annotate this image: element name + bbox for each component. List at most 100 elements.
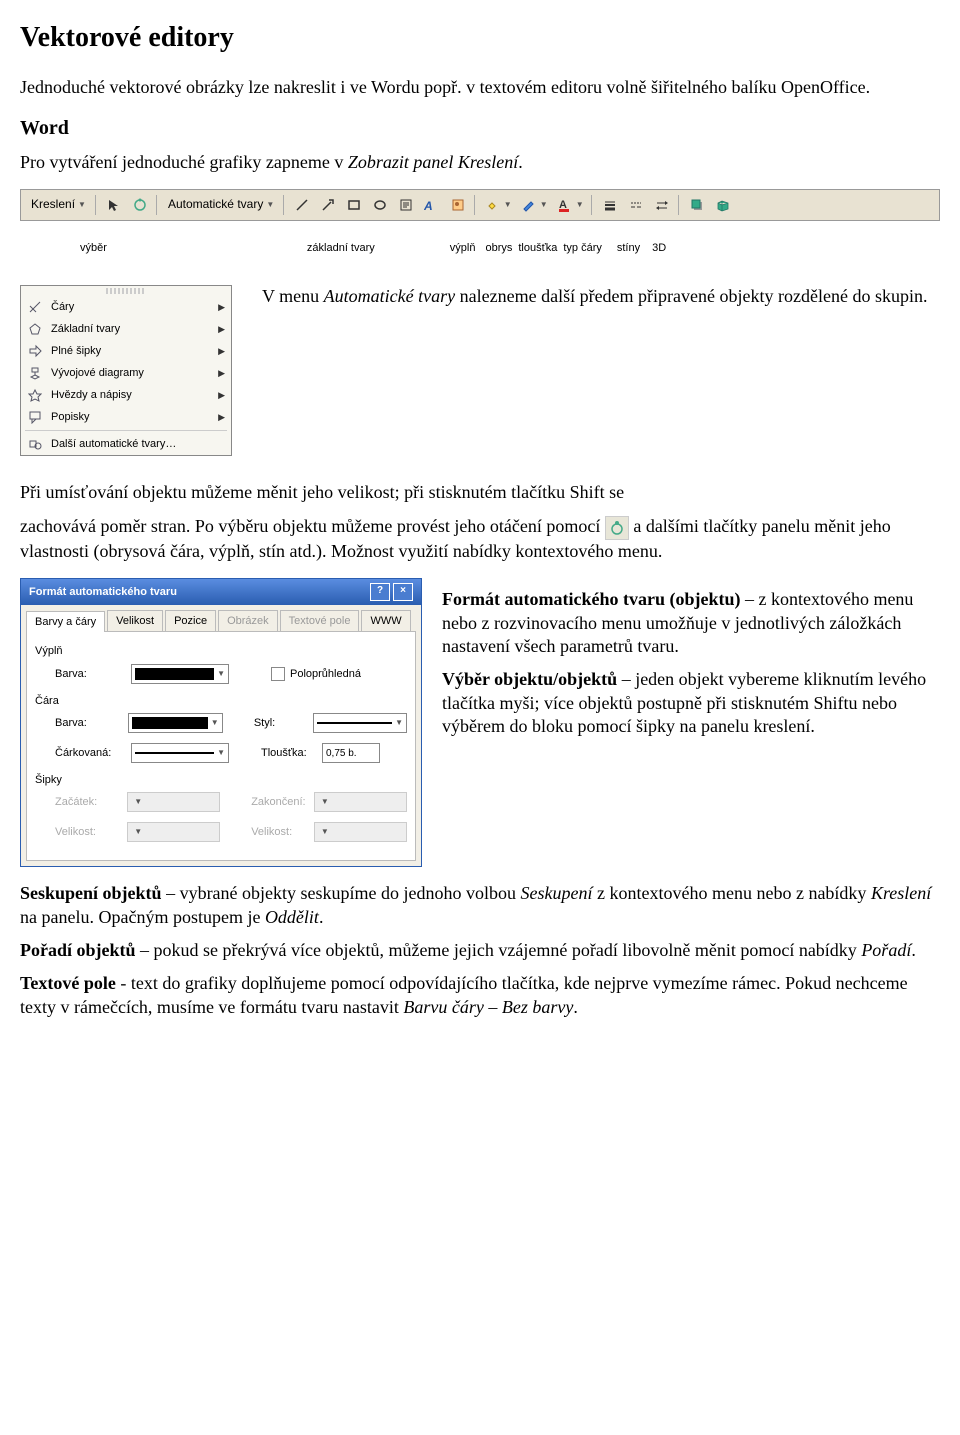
fill-color-combo[interactable]: ▼ [131, 664, 229, 684]
tab-barvy-cary[interactable]: Barvy a čáry [26, 611, 105, 632]
chevron-right-icon: ▶ [218, 302, 225, 314]
autoshapes-menu-button[interactable]: Automatické tvary ▼ [163, 194, 279, 216]
menu-grip[interactable] [106, 288, 146, 294]
separator [474, 195, 477, 215]
positioning-text-1: Při umísťování objektu můžeme měnit jeho… [20, 481, 940, 504]
arrow-style-button[interactable] [650, 193, 674, 217]
dash-style-button[interactable] [624, 193, 648, 217]
clipart-button[interactable] [446, 193, 470, 217]
dialog-titlebar[interactable]: Formát automatického tvaru ? × [21, 579, 421, 605]
label-zakladni: základní tvary [307, 241, 375, 255]
arrow-button[interactable] [316, 193, 340, 217]
page-title: Vektorové editory [20, 20, 940, 56]
checkbox-polopruhledna[interactable]: Poloprůhledná [271, 667, 361, 681]
shadow-button[interactable] [685, 193, 709, 217]
block-arrows-icon [27, 343, 43, 359]
svg-text:A: A [424, 199, 433, 212]
line-button[interactable] [290, 193, 314, 217]
select-arrow-button[interactable] [102, 193, 126, 217]
chevron-down-icon: ▼ [78, 200, 86, 210]
selection-paragraph: Výběr objektu/objektů – jeden objekt vyb… [442, 668, 940, 738]
label-zakonceni: Zakončení: [251, 795, 308, 809]
menu-item-diagramy[interactable]: Vývojové diagramy ▶ [21, 362, 231, 384]
dialog-body: Výplň Barva: ▼ Poloprůhledná Čára Barva:… [26, 631, 416, 861]
rectangle-button[interactable] [342, 193, 366, 217]
line-style-combo[interactable]: ▼ [313, 713, 407, 733]
more-shapes-icon [27, 436, 43, 452]
separator [95, 195, 98, 215]
arrow-begin-combo: ▼ [127, 792, 220, 812]
textbox-button[interactable] [394, 193, 418, 217]
label-barva-line: Barva: [55, 716, 122, 730]
line-weight-button[interactable] [598, 193, 622, 217]
separator [678, 195, 681, 215]
textbox-paragraph: Textové pole - text do grafiky doplňujem… [20, 972, 940, 1019]
autoshapes-menu: Čáry ▶ Základní tvary ▶ Plné šipky ▶ Výv… [20, 285, 232, 456]
separator [156, 195, 159, 215]
section-vypln: Výplň [35, 644, 407, 658]
arrow-begin-size-combo: ▼ [127, 822, 220, 842]
arrow-end-combo: ▼ [314, 792, 407, 812]
separator [591, 195, 594, 215]
wordart-button[interactable]: A [420, 193, 444, 217]
dialog-tabs: Barvy a čáry Velikost Pozice Obrázek Tex… [21, 605, 421, 631]
chevron-down-icon: ▼ [576, 200, 584, 210]
lines-icon [27, 299, 43, 315]
label-styl: Styl: [254, 716, 307, 730]
tab-velikost[interactable]: Velikost [107, 610, 163, 631]
label-tloustka: Tloušťka: [261, 746, 316, 760]
format-paragraph: Formát automatického tvaru (objektu) – z… [442, 588, 940, 658]
oval-button[interactable] [368, 193, 392, 217]
menu-item-more[interactable]: Další automatické tvary… [21, 433, 231, 455]
label-vypln: výplň [450, 241, 476, 255]
label-velikost-begin: Velikost: [55, 825, 121, 839]
autoshapes-text: V menu Automatické tvary nalezneme další… [262, 285, 927, 308]
chevron-right-icon: ▶ [218, 324, 225, 336]
dash-combo[interactable]: ▼ [131, 743, 229, 763]
chevron-right-icon: ▶ [218, 368, 225, 380]
line-color-combo[interactable]: ▼ [128, 713, 222, 733]
tab-www[interactable]: WWW [361, 610, 410, 631]
callouts-icon [27, 409, 43, 425]
tab-pozice[interactable]: Pozice [165, 610, 216, 631]
menu-item-hvezdy[interactable]: Hvězdy a nápisy ▶ [21, 384, 231, 406]
fill-color-button[interactable]: ▼ [481, 193, 515, 217]
menu-divider [25, 430, 227, 431]
rotate-icon [605, 516, 629, 540]
label-obrys: obrys [485, 241, 512, 255]
section-sipky: Šipky [35, 773, 407, 787]
weight-spinner[interactable]: 0,75 b. [322, 743, 380, 763]
menu-item-sipky[interactable]: Plné šipky ▶ [21, 340, 231, 362]
draw-menu-button[interactable]: Kreslení ▼ [26, 194, 91, 216]
section-cara: Čára [35, 694, 407, 708]
chevron-down-icon: ▼ [266, 200, 274, 210]
label-tloustka: tloušťka [518, 241, 557, 255]
separator [283, 195, 286, 215]
rotate-button[interactable] [128, 193, 152, 217]
toolbar-label-row: výběr základní tvary výplň obrys tloušťk… [20, 226, 940, 260]
label-stiny: stíny [617, 241, 640, 255]
3d-button[interactable] [711, 193, 735, 217]
word-heading: Word [20, 115, 940, 141]
line-color-button[interactable]: ▼ [517, 193, 551, 217]
menu-item-popisky[interactable]: Popisky ▶ [21, 406, 231, 428]
label-typcary: typ čáry [563, 241, 602, 255]
tab-textove-pole: Textové pole [280, 610, 360, 631]
font-color-button[interactable]: A ▼ [553, 193, 587, 217]
label-zacatek: Začátek: [55, 795, 121, 809]
grouping-paragraph: Seskupení objektů – vybrané objekty sesk… [20, 882, 940, 929]
stars-icon [27, 387, 43, 403]
close-button[interactable]: × [393, 583, 413, 601]
dialog-title: Formát automatického tvaru [29, 585, 177, 599]
label-velikost-end: Velikost: [251, 825, 308, 839]
chevron-right-icon: ▶ [218, 390, 225, 402]
tab-obrazek: Obrázek [218, 610, 278, 631]
basic-shapes-icon [27, 321, 43, 337]
menu-item-zakladni[interactable]: Základní tvary ▶ [21, 318, 231, 340]
label-carkovana: Čárkovaná: [55, 746, 125, 760]
positioning-text-2: zachovává poměr stran. Po výběru objektu… [20, 515, 940, 563]
menu-item-cary[interactable]: Čáry ▶ [21, 296, 231, 318]
order-paragraph: Pořadí objektů – pokud se překrývá více … [20, 939, 940, 962]
label-vyber: výběr [80, 241, 107, 255]
help-button[interactable]: ? [370, 583, 390, 601]
